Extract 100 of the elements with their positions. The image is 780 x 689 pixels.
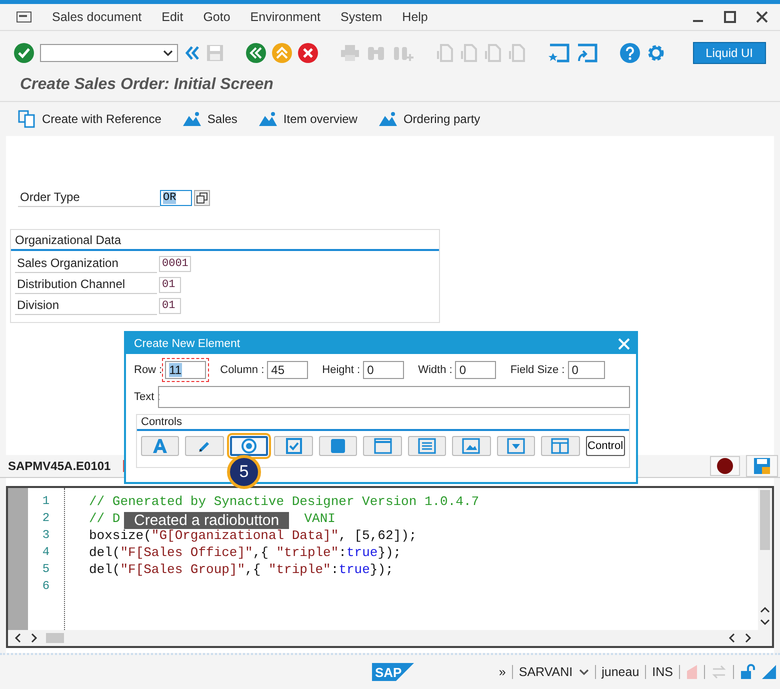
command-field[interactable] bbox=[40, 44, 178, 62]
field-label: Height : bbox=[322, 364, 360, 376]
window-icon bbox=[374, 438, 392, 454]
field-label: Order Type bbox=[18, 188, 160, 207]
window-arrow-icon[interactable] bbox=[576, 43, 598, 63]
liquid-ui-button[interactable]: Liquid UI bbox=[692, 42, 766, 64]
toolbar-button[interactable]: Create with Reference bbox=[18, 110, 162, 128]
save-button[interactable] bbox=[746, 455, 778, 477]
scroll-down-icon[interactable] bbox=[760, 618, 770, 626]
copy-icon bbox=[18, 110, 36, 128]
check-icon[interactable] bbox=[14, 43, 34, 63]
tool-button[interactable] bbox=[408, 436, 446, 456]
signal-icon bbox=[686, 665, 698, 679]
image-icon bbox=[462, 438, 480, 454]
mountain-icon bbox=[259, 111, 278, 127]
input-field[interactable]: 45 bbox=[267, 361, 308, 379]
menu-item[interactable]: Edit bbox=[162, 10, 184, 24]
arrows-icon bbox=[711, 665, 727, 679]
menu-item[interactable]: Environment bbox=[250, 10, 320, 24]
editor-tab[interactable]: SAPMV45A.E0101 bbox=[2, 459, 117, 473]
code-text: VANI bbox=[304, 511, 336, 526]
field-label: Distribution Channel bbox=[15, 275, 157, 294]
toolbar-button[interactable]: Item overview bbox=[259, 111, 358, 127]
scroll-right-icon[interactable] bbox=[744, 633, 752, 643]
scrollbar[interactable] bbox=[758, 488, 772, 630]
input-field[interactable]: 01 bbox=[159, 298, 181, 314]
chevron-down-icon[interactable] bbox=[163, 50, 173, 56]
scroll-thumb[interactable] bbox=[46, 633, 64, 643]
checkbox-icon bbox=[286, 438, 302, 454]
cancel-icon[interactable] bbox=[298, 43, 318, 63]
text-field[interactable] bbox=[158, 386, 630, 408]
line-number: 3 bbox=[41, 527, 51, 544]
settings-icon[interactable] bbox=[646, 43, 666, 63]
tool-button[interactable] bbox=[230, 436, 268, 456]
chevron-down-icon[interactable] bbox=[578, 668, 589, 676]
input-field[interactable]: 01 bbox=[159, 276, 181, 292]
record-button[interactable] bbox=[710, 456, 740, 476]
toolbar-button[interactable]: Sales bbox=[183, 111, 238, 127]
close-icon[interactable] bbox=[756, 11, 768, 23]
code-line: del("F[Sales Office]",{ "triple":true}); bbox=[89, 545, 402, 560]
scroll-thumb[interactable] bbox=[760, 490, 770, 550]
scroll-right-icon[interactable] bbox=[30, 633, 38, 643]
field-label: Row : bbox=[134, 364, 162, 376]
input-field[interactable]: 0001 bbox=[159, 256, 192, 272]
record-icon bbox=[717, 458, 733, 474]
double-chevron-icon[interactable] bbox=[184, 45, 200, 61]
mountain-icon bbox=[379, 111, 398, 127]
expand-status[interactable]: » bbox=[498, 665, 506, 679]
resize-grip-icon[interactable] bbox=[762, 665, 776, 679]
menu-item[interactable]: Sales document bbox=[52, 10, 142, 24]
back-icon[interactable] bbox=[246, 43, 266, 63]
user-name[interactable]: SARVANI bbox=[518, 665, 573, 679]
toolbar-button[interactable]: Ordering party bbox=[379, 111, 480, 127]
code-text: // D bbox=[89, 511, 120, 526]
menu-icon[interactable] bbox=[16, 11, 32, 23]
value-help-icon[interactable] bbox=[194, 190, 210, 206]
input-field[interactable]: 0 bbox=[568, 361, 605, 379]
group-title: Organizational Data bbox=[11, 232, 439, 251]
save-icon bbox=[753, 457, 771, 475]
tooltip: Created a radiobutton bbox=[124, 512, 290, 529]
tool-button[interactable] bbox=[141, 436, 180, 456]
order-type-field[interactable]: OR bbox=[160, 190, 192, 206]
menu-item[interactable]: Help bbox=[402, 10, 428, 24]
input-field[interactable]: 0 bbox=[363, 361, 404, 379]
window-star-icon[interactable] bbox=[548, 43, 570, 63]
code-line: del("F[Sales Group]",{ "triple":true}); bbox=[89, 562, 394, 577]
scrollbar[interactable] bbox=[8, 630, 772, 646]
help-icon[interactable] bbox=[620, 43, 640, 63]
lock-icon[interactable] bbox=[740, 664, 756, 680]
letter-icon bbox=[152, 439, 168, 453]
maximize-icon[interactable] bbox=[724, 11, 736, 23]
line-number: 4 bbox=[41, 544, 51, 561]
server-name: juneau bbox=[602, 665, 640, 679]
line-number: 6 bbox=[41, 578, 51, 595]
tool-button[interactable] bbox=[541, 436, 580, 456]
menu-item[interactable]: System bbox=[340, 10, 382, 24]
input-mode: INS bbox=[652, 665, 673, 679]
tool-button[interactable] bbox=[185, 436, 224, 456]
tool-button[interactable] bbox=[496, 436, 536, 456]
scroll-up-icon[interactable] bbox=[760, 606, 770, 614]
square-icon bbox=[330, 438, 346, 454]
scroll-left-icon[interactable] bbox=[728, 633, 736, 643]
scroll-left-icon[interactable] bbox=[14, 633, 22, 643]
sap-logo: SAP bbox=[372, 663, 414, 681]
code-line: // Generated by Synactive Designer Version 1.0.4.7 bbox=[89, 494, 480, 509]
radio-icon bbox=[241, 438, 258, 454]
input-field[interactable]: 11 bbox=[165, 361, 206, 379]
tool-button[interactable] bbox=[363, 436, 402, 456]
tool-button[interactable] bbox=[274, 436, 313, 456]
dialog-title: Create New Element bbox=[134, 338, 240, 350]
field-label: Width : bbox=[418, 364, 452, 376]
control-button[interactable]: Control bbox=[586, 436, 625, 456]
field-label: Column : bbox=[220, 364, 264, 376]
input-field[interactable]: 0 bbox=[455, 361, 496, 379]
screen-title: Create Sales Order: Initial Screen bbox=[0, 71, 780, 102]
list-icon bbox=[418, 438, 436, 454]
tool-button[interactable] bbox=[318, 436, 358, 456]
tool-button[interactable] bbox=[452, 436, 491, 456]
menu-item[interactable]: Goto bbox=[203, 10, 230, 24]
up-icon[interactable] bbox=[272, 43, 292, 63]
